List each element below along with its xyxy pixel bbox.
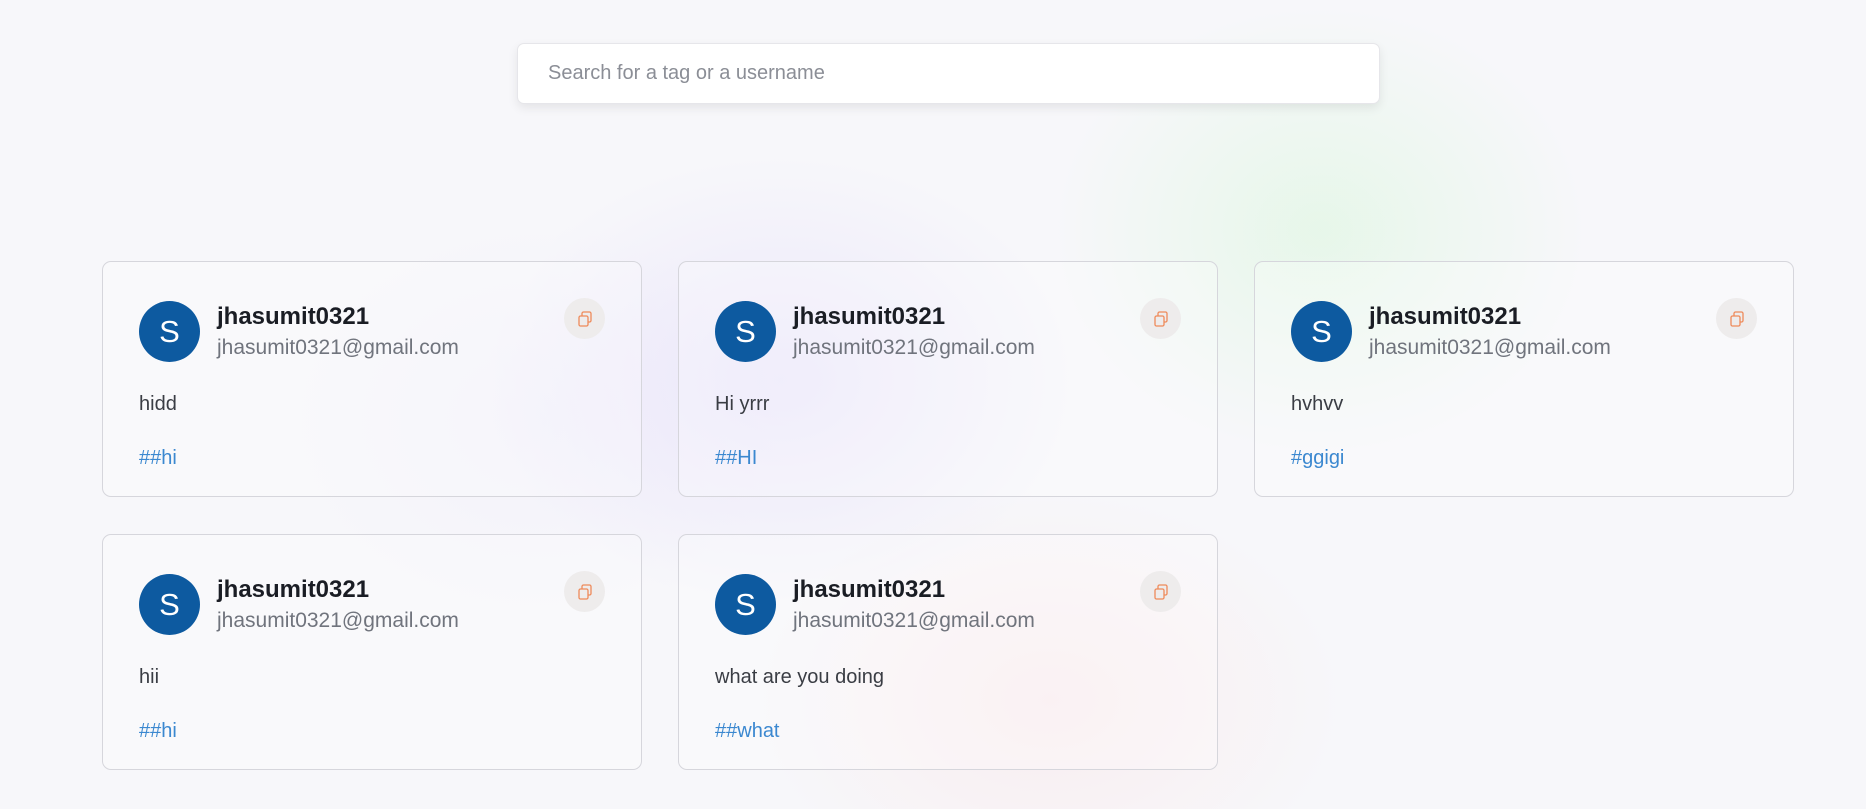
- copy-icon: [577, 583, 592, 600]
- user-email: jhasumit0321@gmail.com: [217, 335, 459, 359]
- card-header: S jhasumit0321 jhasumit0321@gmail.com: [139, 574, 605, 635]
- copy-button[interactable]: [564, 571, 605, 612]
- copy-icon: [1153, 310, 1168, 327]
- user-email: jhasumit0321@gmail.com: [1369, 335, 1611, 359]
- avatar[interactable]: S: [1291, 301, 1352, 362]
- avatar[interactable]: S: [139, 301, 200, 362]
- prompt-text: hvhvv: [1291, 393, 1344, 415]
- copy-icon: [1729, 310, 1744, 327]
- username[interactable]: jhasumit0321: [793, 576, 1035, 604]
- prompt-card: S jhasumit0321 jhasumit0321@gmail.com hi…: [102, 534, 642, 770]
- prompt-card: S jhasumit0321 jhasumit0321@gmail.com Hi…: [678, 261, 1218, 497]
- copy-button[interactable]: [564, 298, 605, 339]
- copy-button[interactable]: [1140, 571, 1181, 612]
- user-email: jhasumit0321@gmail.com: [793, 608, 1035, 632]
- prompt-card: S jhasumit0321 jhasumit0321@gmail.com wh…: [678, 534, 1218, 770]
- avatar[interactable]: S: [715, 574, 776, 635]
- prompt-tag[interactable]: #ggigi: [1291, 446, 1757, 470]
- prompt-tag[interactable]: ##hi: [139, 446, 605, 470]
- username[interactable]: jhasumit0321: [217, 576, 459, 604]
- copy-button[interactable]: [1716, 298, 1757, 339]
- card-header: S jhasumit0321 jhasumit0321@gmail.com: [139, 301, 605, 362]
- user-email: jhasumit0321@gmail.com: [793, 335, 1035, 359]
- avatar[interactable]: S: [139, 574, 200, 635]
- username[interactable]: jhasumit0321: [1369, 303, 1611, 331]
- copy-button[interactable]: [1140, 298, 1181, 339]
- search-input[interactable]: [518, 44, 1379, 103]
- prompt-text: hii: [139, 666, 160, 688]
- prompt-text: Hi yrrr: [715, 393, 770, 415]
- prompt-card-list: S jhasumit0321 jhasumit0321@gmail.com hi…: [102, 261, 1794, 770]
- prompt-tag[interactable]: ##hi: [139, 719, 605, 743]
- prompt-card: S jhasumit0321 jhasumit0321@gmail.com hi…: [102, 261, 642, 497]
- user-info: jhasumit0321 jhasumit0321@gmail.com: [1369, 303, 1611, 361]
- search-bar[interactable]: [517, 43, 1380, 104]
- prompt-card: S jhasumit0321 jhasumit0321@gmail.com hv…: [1254, 261, 1794, 497]
- card-header: S jhasumit0321 jhasumit0321@gmail.com: [1291, 301, 1757, 362]
- copy-icon: [577, 310, 592, 327]
- user-info: jhasumit0321 jhasumit0321@gmail.com: [793, 303, 1035, 361]
- copy-icon: [1153, 583, 1168, 600]
- card-header: S jhasumit0321 jhasumit0321@gmail.com: [715, 301, 1181, 362]
- card-header: S jhasumit0321 jhasumit0321@gmail.com: [715, 574, 1181, 635]
- user-info: jhasumit0321 jhasumit0321@gmail.com: [217, 303, 459, 361]
- prompt-tag[interactable]: ##what: [715, 719, 1181, 743]
- prompt-text: hidd: [139, 393, 177, 415]
- user-email: jhasumit0321@gmail.com: [217, 608, 459, 632]
- username[interactable]: jhasumit0321: [217, 303, 459, 331]
- user-info: jhasumit0321 jhasumit0321@gmail.com: [217, 576, 459, 634]
- prompt-text: what are you doing: [715, 666, 885, 688]
- user-info: jhasumit0321 jhasumit0321@gmail.com: [793, 576, 1035, 634]
- avatar[interactable]: S: [715, 301, 776, 362]
- prompt-tag[interactable]: ##HI: [715, 446, 1181, 470]
- username[interactable]: jhasumit0321: [793, 303, 1035, 331]
